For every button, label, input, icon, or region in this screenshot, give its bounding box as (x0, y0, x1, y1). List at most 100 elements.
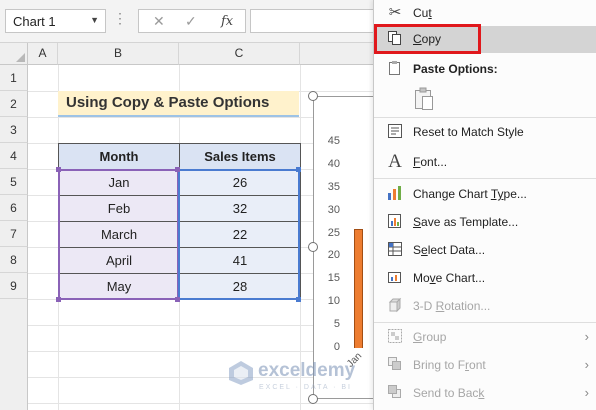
menu-item-group[interactable]: Group › (374, 324, 596, 351)
range-handle[interactable] (175, 167, 180, 172)
rotation-label: 3-D (413, 299, 436, 313)
cut-label: Cu (413, 6, 429, 20)
y-tick-label: 15 (327, 272, 340, 285)
watermark-name: exceldemy (258, 360, 356, 381)
chevron-down-icon[interactable]: ▼ (90, 15, 99, 25)
chart-type-icon (386, 185, 404, 203)
menu-item-change-chart-type[interactable]: Change Chart Type... (374, 181, 596, 208)
row-header-5[interactable]: 5 (0, 169, 28, 195)
send-to-back-icon (386, 384, 404, 402)
header-month[interactable]: Month (58, 143, 180, 170)
y-tick-label: 20 (327, 249, 340, 262)
column-header-d[interactable] (300, 43, 374, 65)
reset-label: Reset to Match Style (413, 125, 524, 139)
select-label: S (413, 243, 422, 257)
drag-handle-icon[interactable]: ⋮ (113, 10, 127, 27)
row-header-7[interactable]: 7 (0, 221, 28, 247)
menu-item-save-template[interactable]: Save as Template... (374, 209, 596, 236)
chart-resize-handle[interactable] (308, 242, 318, 252)
move-label-post: e Chart... (435, 271, 486, 285)
scissors-icon: ✂ (388, 4, 402, 21)
column-header-a[interactable]: A (28, 43, 58, 65)
exceldemy-logo-icon (229, 361, 253, 385)
column-header-c[interactable]: C (179, 43, 300, 65)
select-all-button[interactable] (0, 43, 28, 65)
font-icon: A (388, 151, 402, 172)
menu-separator (374, 178, 596, 179)
clipboard-icon (415, 87, 433, 110)
save-label-accel: S (413, 215, 422, 229)
column-header-b[interactable]: B (58, 43, 179, 65)
insert-function-icon[interactable]: fx (221, 14, 233, 29)
range-handle[interactable] (56, 297, 61, 302)
rotation-label-post: otation... (444, 299, 491, 313)
range-handle[interactable] (175, 297, 180, 302)
enter-icon[interactable]: ✓ (185, 13, 197, 30)
menu-item-3d-rotation[interactable]: 3-D Rotation... (374, 293, 596, 320)
change-label-post: pe... (503, 187, 527, 201)
chevron-right-icon: › (584, 385, 589, 400)
category-range-highlight (58, 169, 179, 300)
copy-highlight-box (374, 24, 481, 54)
group-label: roup (422, 330, 447, 344)
y-tick-label: 45 (327, 135, 340, 147)
table-header-row: Month Sales Items (58, 143, 301, 170)
range-handle[interactable] (296, 297, 301, 302)
row-header-4[interactable]: 4 (0, 143, 28, 169)
change-label-accel: Ty (490, 187, 504, 201)
row-header-2[interactable]: 2 (0, 91, 28, 117)
cube-icon (386, 297, 404, 315)
bring-label: Bring to F (413, 358, 466, 372)
move-label: Mo (413, 271, 430, 285)
sheet-title-cell[interactable]: Using Copy & Paste Options (58, 91, 299, 117)
paste-options-header: Paste Options: (374, 56, 596, 83)
row-header-filler (0, 299, 28, 410)
menu-item-bring-to-front[interactable]: Bring to Front › (374, 352, 596, 379)
bar-jan[interactable] (354, 228, 363, 348)
y-tick-label: 0 (333, 341, 340, 353)
bring-label-post: ont (469, 358, 486, 372)
header-sales-items[interactable]: Sales Items (179, 143, 301, 170)
menu-item-font[interactable]: A Font... (374, 149, 596, 176)
menu-item-reset-style[interactable]: Reset to Match Style (374, 119, 596, 146)
paste-option-button[interactable] (412, 86, 436, 112)
menu-item-cut[interactable]: ✂ Cut (374, 0, 596, 27)
name-box[interactable]: Chart 1 ▼ (5, 9, 106, 33)
menu-item-send-to-back[interactable]: Send to Back › (374, 380, 596, 407)
row-header-1[interactable]: 1 (0, 65, 28, 91)
y-tick-label: 10 (327, 295, 340, 308)
range-handle[interactable] (56, 167, 61, 172)
gridline (28, 403, 374, 404)
group-icon (386, 328, 404, 346)
y-tick-label: 30 (327, 203, 340, 216)
row-header-3[interactable]: 3 (0, 117, 28, 143)
y-tick-label: 35 (327, 180, 340, 193)
group-label-accel: G (413, 330, 423, 344)
row-header-9[interactable]: 9 (0, 273, 28, 299)
sheet-title: Using Copy & Paste Options (66, 94, 270, 111)
save-label: ave as Template... (421, 215, 519, 229)
send-label: Send to Bac (413, 386, 479, 400)
row-header-8[interactable]: 8 (0, 247, 28, 273)
chart-resize-handle[interactable] (308, 91, 318, 101)
context-menu: ✂ Cut Copy Paste Options: Reset to Match… (373, 0, 596, 410)
y-tick-label: 40 (327, 157, 340, 170)
paste-icon (386, 60, 404, 78)
send-label-accel: k (478, 386, 485, 400)
cancel-icon[interactable]: ✕ (153, 13, 165, 30)
reset-style-icon (386, 123, 404, 141)
range-handle[interactable] (296, 167, 301, 172)
watermark-tagline: EXCEL · DATA · BI (259, 384, 352, 391)
menu-item-select-data[interactable]: Select Data... (374, 237, 596, 264)
chart-resize-handle[interactable] (308, 394, 318, 404)
values-range-highlight (178, 169, 300, 300)
save-template-icon (386, 213, 404, 231)
menu-separator (374, 322, 596, 323)
paste-options-label: Paste Options: (413, 62, 498, 76)
select-label-post: lect Data... (427, 243, 486, 257)
y-tick-label: 25 (327, 226, 340, 239)
move-chart-icon (386, 269, 404, 287)
formula-input[interactable] (250, 9, 380, 33)
menu-item-move-chart[interactable]: Move Chart... (374, 265, 596, 292)
row-header-6[interactable]: 6 (0, 195, 28, 221)
